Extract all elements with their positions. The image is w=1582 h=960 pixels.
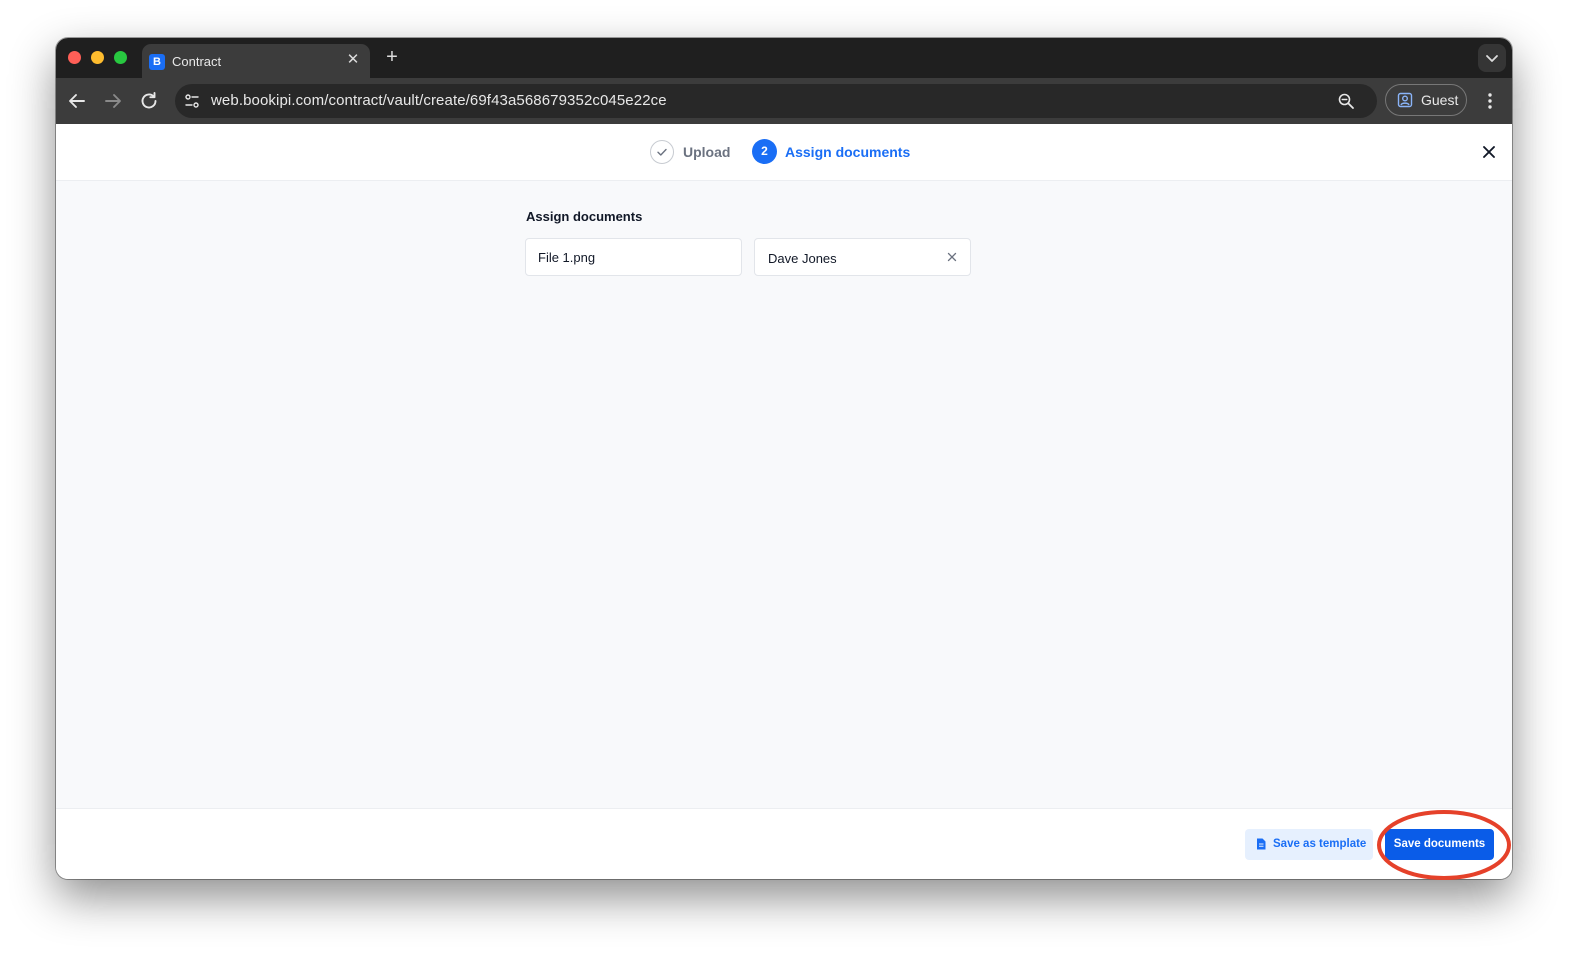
browser-tab-contract[interactable]: B Contract ✕ xyxy=(142,44,370,78)
reload-icon[interactable] xyxy=(137,89,161,113)
more-vert-icon[interactable] xyxy=(1480,89,1500,113)
save-as-template-label: Save as template xyxy=(1273,838,1367,850)
bookipi-favicon-icon: B xyxy=(149,54,165,70)
address-bar[interactable]: web.bookipi.com/contract/vault/create/69… xyxy=(175,84,1377,118)
file-name-field: File 1.png xyxy=(525,238,742,276)
close-window-button[interactable] xyxy=(68,51,81,64)
minimize-window-button[interactable] xyxy=(91,51,104,64)
new-tab-button[interactable]: + xyxy=(381,46,403,68)
back-arrow-icon[interactable] xyxy=(65,89,89,113)
stepper-header: Upload 2 Assign documents xyxy=(56,124,1512,181)
profile-label: Guest xyxy=(1421,92,1459,108)
forward-arrow-icon[interactable] xyxy=(101,89,125,113)
footer-actions: Save as template Save documents xyxy=(56,808,1512,879)
file-name: File 1.png xyxy=(538,250,596,265)
assignee-value: Dave Jones xyxy=(768,251,837,266)
chevron-down-icon xyxy=(1486,55,1498,62)
zoom-icon[interactable] xyxy=(1337,92,1355,110)
document-icon xyxy=(1257,838,1266,850)
step-assign-number: 2 xyxy=(752,139,777,164)
save-as-template-button[interactable]: Save as template xyxy=(1245,829,1373,860)
url-text[interactable]: web.bookipi.com/contract/vault/create/69… xyxy=(211,92,667,109)
main-content: Assign documents File 1.png Dave Jones xyxy=(56,181,1512,808)
close-icon[interactable] xyxy=(1480,143,1498,161)
maximize-window-button[interactable] xyxy=(114,51,127,64)
save-documents-label: Save documents xyxy=(1393,838,1486,850)
step-assign-label: Assign documents xyxy=(785,144,911,160)
site-info-icon[interactable] xyxy=(183,92,201,110)
browser-window: B Contract ✕ + web.bookipi.com/contract/… xyxy=(56,38,1512,879)
tab-strip: B Contract ✕ + xyxy=(56,38,1512,78)
step-upload-label[interactable]: Upload xyxy=(683,144,730,160)
tab-close-icon[interactable]: ✕ xyxy=(344,51,362,69)
assignee-select[interactable]: Dave Jones xyxy=(754,238,971,276)
browser-toolbar: web.bookipi.com/contract/vault/create/69… xyxy=(56,78,1512,124)
tab-search-button[interactable] xyxy=(1478,44,1506,72)
check-icon xyxy=(657,148,667,156)
step-upload-indicator xyxy=(650,140,674,164)
clear-icon[interactable] xyxy=(946,251,958,263)
profile-button[interactable]: Guest xyxy=(1385,84,1467,116)
tab-title: Contract xyxy=(172,54,222,69)
profile-icon xyxy=(1397,92,1413,108)
save-documents-button[interactable]: Save documents xyxy=(1385,829,1494,860)
section-title: Assign documents xyxy=(526,209,643,224)
